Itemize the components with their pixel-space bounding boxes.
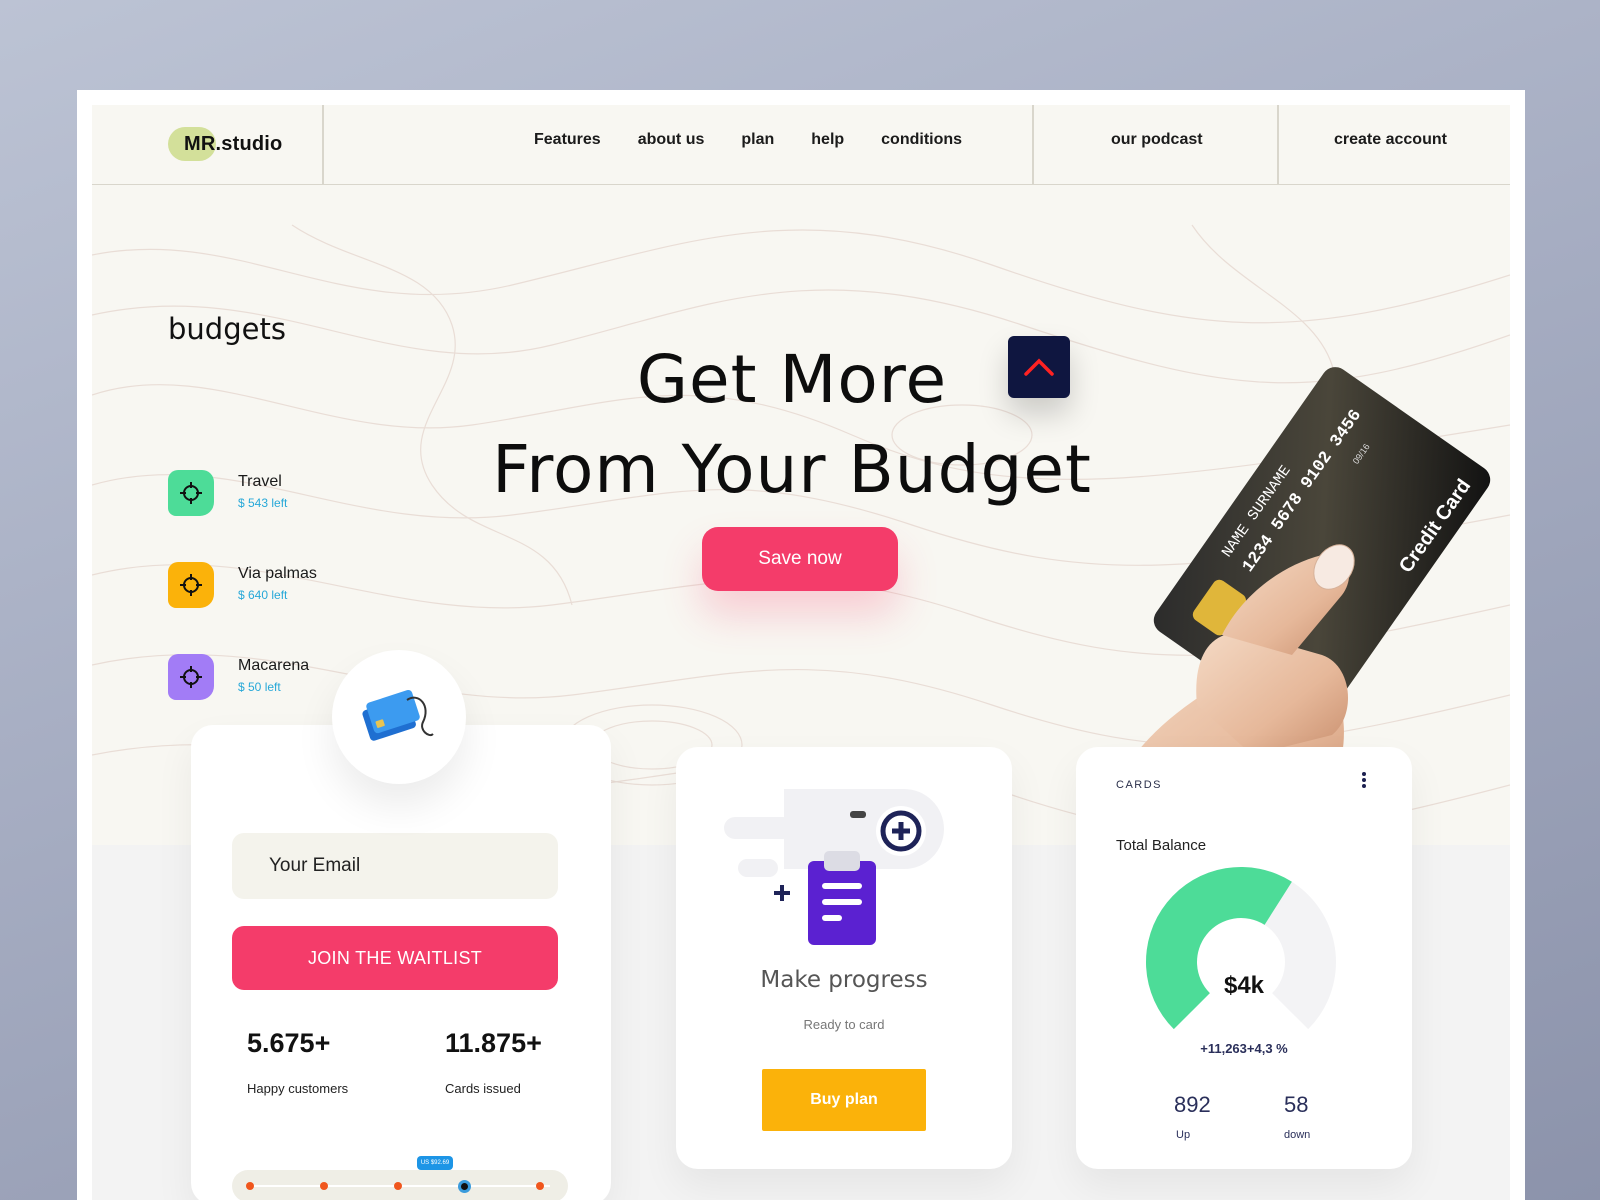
logo-text: MR.studio [184,132,283,155]
budget-left: $ 50 left [238,680,281,694]
save-now-button[interactable]: Save now [702,527,898,591]
budget-name: Travel [238,473,282,490]
slider-step[interactable] [394,1182,402,1190]
budget-item-macarena[interactable]: Macarena $ 50 left [168,654,309,700]
cards-section-label: CARDS [1116,779,1163,791]
waitlist-card: JOIN THE WAITLIST 5.675+ Happy customers… [191,725,611,1200]
slider-step[interactable] [536,1182,544,1190]
hero-title-line-1: Get More [636,341,948,418]
progress-card: Make progress Ready to card Buy plan [676,747,1012,1169]
nav-links: Features about us plan help conditions [534,131,962,149]
create-account-link[interactable]: create account [1334,131,1447,149]
down-value: 58 [1284,1092,1309,1117]
nav-link-podcast[interactable]: our podcast [1111,131,1203,149]
logo[interactable]: MR.studio [168,127,282,161]
nav-divider [322,105,324,185]
budget-name: Via palmas [238,565,317,582]
join-waitlist-button[interactable]: JOIN THE WAITLIST [232,926,558,990]
cards-avatar [332,650,466,784]
stat-happy-customers-label: Happy customers [247,1081,349,1096]
nav-divider [1277,105,1279,185]
budget-left: $ 640 left [238,588,288,602]
nav-divider [1032,105,1034,185]
stat-cards-issued-value: 11.875+ [445,1028,542,1058]
nav-link-conditions[interactable]: conditions [881,131,962,149]
landing-page: MR.studio Features about us plan help co… [92,105,1510,1200]
stat-cards-issued-label: Cards issued [445,1081,521,1096]
email-input[interactable] [232,833,558,899]
hero-title: Get More From Your Budget [492,335,1092,515]
budgets-title: budgets [168,312,286,346]
nav-link-features[interactable]: Features [534,131,601,149]
budget-left: $ 543 left [238,496,288,510]
price-slider[interactable] [232,1170,568,1200]
total-balance-label: Total Balance [1116,837,1207,854]
hero-title-line-2: From Your Budget [492,431,1092,508]
nav-link-about[interactable]: about us [638,131,705,149]
top-nav: MR.studio Features about us plan help co… [92,105,1510,185]
buy-plan-button[interactable]: Buy plan [762,1069,926,1131]
more-options-icon[interactable] [1359,769,1369,791]
progress-subtitle: Ready to card [803,1017,885,1032]
slider-thumb[interactable] [458,1180,471,1193]
balance-card: CARDS Total Balance $4k +11,263+4,3 % 89… [1076,747,1412,1169]
nav-link-help[interactable]: help [811,131,844,149]
clipboard-icon [724,789,944,945]
stat-happy-customers-value: 5.675+ [247,1028,331,1058]
down-label: down [1284,1129,1311,1141]
browser-frame: MR.studio Features about us plan help co… [77,90,1525,1200]
up-label: Up [1176,1129,1191,1141]
budget-item-travel[interactable]: Travel $ 543 left [168,470,287,516]
crosshair-icon [168,470,214,516]
nav-link-plan[interactable]: plan [741,131,774,149]
slider-step[interactable] [320,1182,328,1190]
crosshair-icon [168,654,214,700]
progress-title: Make progress [760,967,928,993]
balance-delta: +11,263+4,3 % [1200,1041,1288,1056]
up-value: 892 [1174,1092,1211,1117]
balance-value: $4k [1223,972,1265,999]
slider-step[interactable] [246,1182,254,1190]
balance-gauge [1146,867,1336,1030]
budget-item-via-palmas[interactable]: Via palmas $ 640 left [168,562,317,608]
budget-name: Macarena [238,657,310,674]
credit-cards-icon [362,689,434,741]
crosshair-icon [168,562,214,608]
slider-tooltip: US $92.69 [417,1156,453,1170]
